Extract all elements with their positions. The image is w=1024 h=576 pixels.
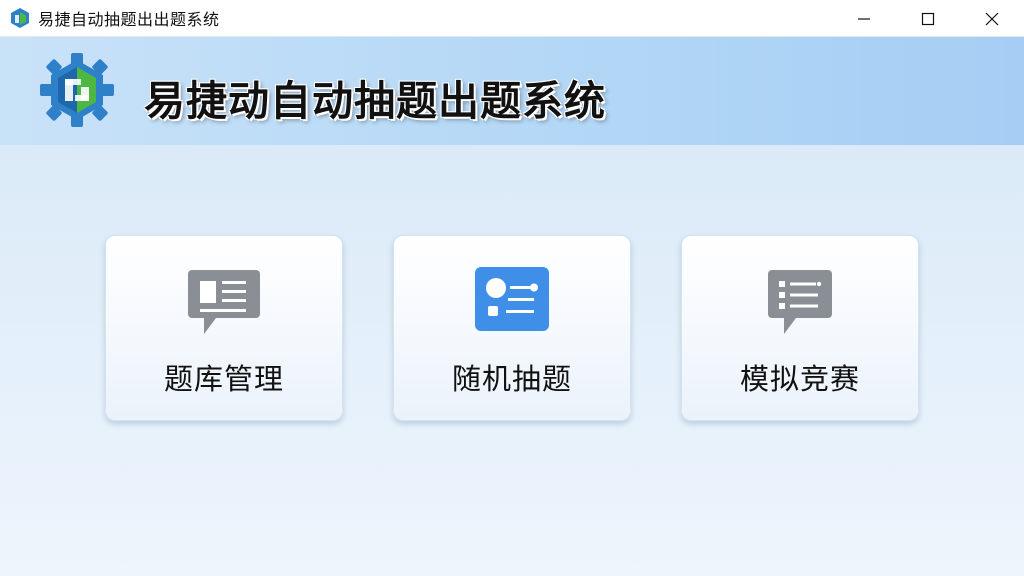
minimize-icon [858, 17, 870, 20]
window-title: 易捷自动抽题出出题系统 [38, 10, 220, 29]
minimize-button[interactable] [832, 0, 896, 37]
card-label: 模拟竞赛 [739, 362, 860, 396]
maximize-button[interactable] [896, 0, 960, 37]
banner-title: 易捷动自动抽题出题系统 [144, 77, 606, 125]
close-button[interactable] [960, 0, 1024, 37]
random-draw-button[interactable]: 随机抽题 [393, 235, 631, 421]
maximize-icon [921, 12, 935, 25]
card-label: 随机抽题 [451, 362, 572, 396]
random-profile-icon [475, 267, 549, 331]
window-controls [832, 0, 1024, 37]
question-bank-button[interactable]: 题库管理 [105, 235, 343, 421]
document-chat-icon [188, 270, 260, 334]
main-area: 题库管理 随机抽题 模拟竞赛 [0, 145, 1024, 576]
header-banner: 易捷动自动抽题出题系统 [0, 37, 1024, 145]
window-titlebar: 易捷自动抽题出出题系统 [0, 0, 1024, 37]
close-icon [985, 12, 999, 25]
app-icon [8, 6, 32, 30]
card-label: 题库管理 [163, 362, 284, 396]
list-chat-icon [768, 270, 832, 334]
gear-logo-icon [40, 53, 114, 127]
mock-contest-button[interactable]: 模拟竞赛 [681, 235, 919, 421]
